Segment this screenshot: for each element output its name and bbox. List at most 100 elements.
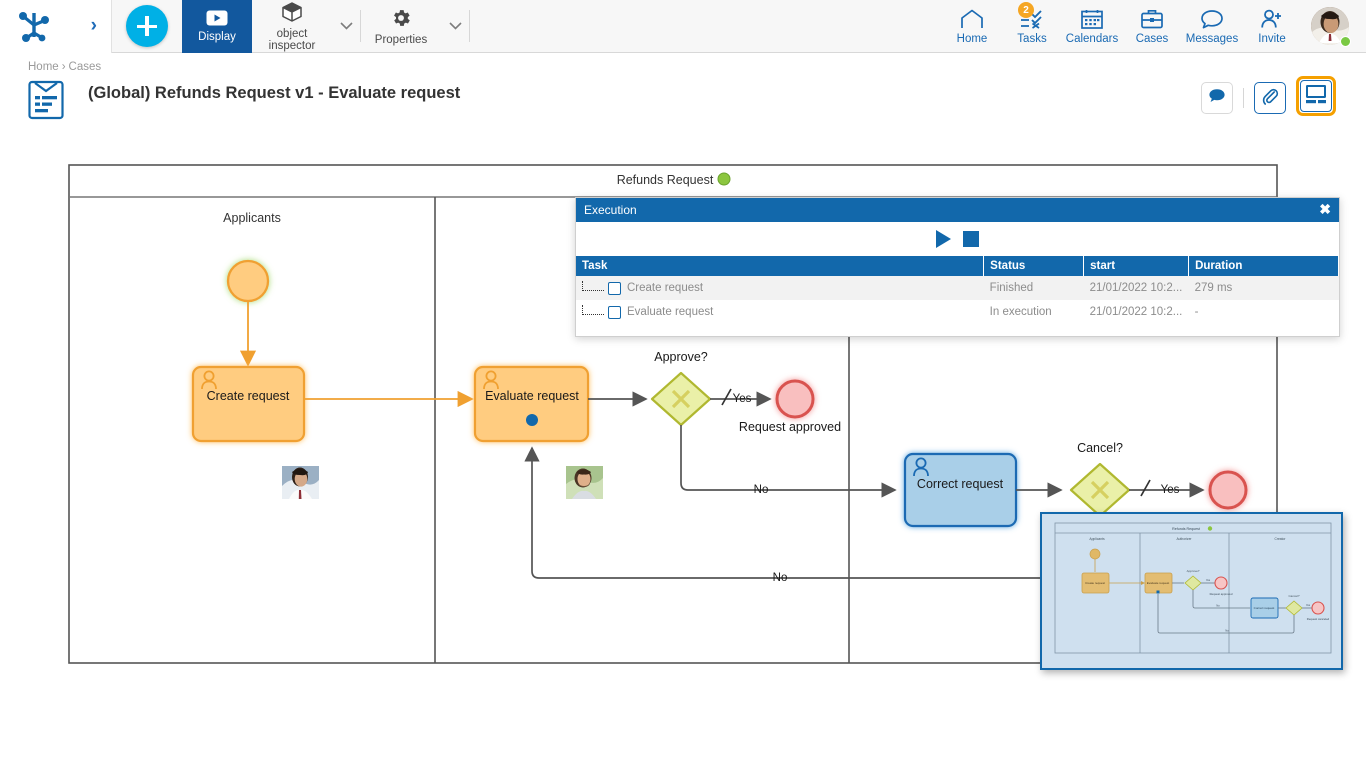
minimap-diagram: Refunds Request Applicants Authorizer Cr… xyxy=(1042,514,1341,668)
user-avatar-button[interactable] xyxy=(1302,0,1358,52)
tab-properties[interactable]: Properties xyxy=(361,0,441,53)
sidebar-expand-button[interactable]: › xyxy=(91,15,97,37)
nav-tasks-label: Tasks xyxy=(1017,33,1046,45)
page-header: (Global) Refunds Request v1 - Evaluate r… xyxy=(0,76,1366,120)
task-create-request-assignee-avatar xyxy=(282,466,319,499)
tree-branch-icon xyxy=(582,305,604,315)
chat-icon xyxy=(1200,9,1224,32)
breadcrumb-home[interactable]: Home xyxy=(28,61,59,73)
task-evaluate-request-assignee-avatar xyxy=(566,466,603,499)
start-event[interactable] xyxy=(228,261,268,301)
top-toolbar: › Display object inspector xyxy=(0,0,1366,53)
nav-tasks[interactable]: 2 Tasks xyxy=(1002,0,1062,53)
execution-view-button[interactable] xyxy=(1296,76,1336,116)
add-zone xyxy=(112,0,182,52)
execution-table-header-row: Task Status start Duration xyxy=(576,256,1339,276)
stop-button[interactable] xyxy=(963,231,979,247)
column-header-status[interactable]: Status xyxy=(984,256,1084,276)
breadcrumb-cases[interactable]: Cases xyxy=(69,61,102,73)
gateway-cancel-label: Cancel? xyxy=(1077,441,1123,455)
nav-cases[interactable]: Cases xyxy=(1122,0,1182,53)
comments-button[interactable] xyxy=(1201,82,1233,114)
table-row[interactable]: Create request Finished 21/01/2022 10:2.… xyxy=(576,276,1339,300)
column-header-start[interactable]: start xyxy=(1084,256,1189,276)
monitor-icon xyxy=(1304,83,1328,110)
cell-duration: 279 ms xyxy=(1189,276,1339,300)
svg-text:Approve?: Approve? xyxy=(1187,569,1200,573)
nav-invite[interactable]: Invite xyxy=(1242,0,1302,53)
end-event-request-approved-label: Request approved xyxy=(739,420,841,434)
add-new-button[interactable] xyxy=(126,5,168,47)
home-icon xyxy=(959,9,985,32)
cell-task: Create request xyxy=(576,276,984,300)
svg-text:No: No xyxy=(1225,629,1229,633)
execution-token-indicator xyxy=(526,414,538,426)
diagram-minimap[interactable]: Refunds Request Applicants Authorizer Cr… xyxy=(1040,512,1343,670)
row-checkbox[interactable] xyxy=(608,282,621,295)
execution-view-inner xyxy=(1300,80,1332,112)
pool-label: Refunds Request xyxy=(617,173,714,187)
logo-zone: › xyxy=(0,0,112,53)
properties-chevron-down-icon[interactable] xyxy=(441,0,469,52)
cell-duration: - xyxy=(1189,300,1339,324)
process-document-icon xyxy=(28,80,68,125)
tasks-badge: 2 xyxy=(1018,2,1034,18)
lane-label-applicants: Applicants xyxy=(223,211,281,225)
end-event-request-approved[interactable] xyxy=(777,381,813,417)
briefcase-icon xyxy=(1140,9,1164,32)
nav-calendars[interactable]: Calendars xyxy=(1062,0,1122,53)
svg-text:Authorizer: Authorizer xyxy=(1176,537,1192,541)
play-button[interactable] xyxy=(936,230,951,248)
nav-home-label: Home xyxy=(957,33,988,45)
gear-icon xyxy=(390,7,412,32)
tree-branch-icon xyxy=(582,281,604,291)
svg-text:Request canceled: Request canceled xyxy=(1307,617,1330,621)
execution-panel-header: Execution ✖ xyxy=(576,198,1339,222)
svg-text:Evaluate request: Evaluate request xyxy=(1147,581,1170,585)
breadcrumb: Home›Cases xyxy=(28,61,101,73)
header-action-divider xyxy=(1243,88,1244,108)
toolbar-spacer xyxy=(470,0,942,52)
task-create-request[interactable] xyxy=(193,367,304,441)
page-header-actions xyxy=(1191,80,1336,116)
pool-status-indicator xyxy=(718,173,730,185)
tab-properties-label: Properties xyxy=(375,34,427,47)
page-title: (Global) Refunds Request v1 - Evaluate r… xyxy=(88,84,460,103)
svg-text:No: No xyxy=(1216,604,1220,608)
cube-icon xyxy=(281,1,303,26)
nav-cases-label: Cases xyxy=(1136,33,1169,45)
online-status-indicator xyxy=(1340,36,1351,47)
execution-panel[interactable]: Execution ✖ Task Status start Duration C… xyxy=(575,197,1340,337)
nav-home[interactable]: Home xyxy=(942,0,1002,53)
nav-calendars-label: Calendars xyxy=(1066,33,1118,45)
end-event-request-cancelled[interactable] xyxy=(1210,472,1246,508)
row-checkbox[interactable] xyxy=(608,306,621,319)
invite-user-icon xyxy=(1260,9,1284,32)
tab-object-inspector[interactable]: object inspector xyxy=(252,0,332,53)
flow-label-yes-cancel: Yes xyxy=(1161,484,1180,496)
toolbar-nav-group: Home 2 Tasks xyxy=(942,0,1366,52)
column-header-task[interactable]: Task xyxy=(576,256,984,276)
minimap-pool-label: Refunds Request xyxy=(1172,527,1200,531)
object-inspector-chevron-down-icon[interactable] xyxy=(332,0,360,52)
cell-start: 21/01/2022 10:2... xyxy=(1084,300,1189,324)
column-header-duration[interactable]: Duration xyxy=(1189,256,1339,276)
display-icon xyxy=(206,10,228,29)
table-row[interactable]: Evaluate request In execution 21/01/2022… xyxy=(576,300,1339,324)
svg-text:Applicants: Applicants xyxy=(1089,537,1105,541)
breadcrumb-separator: › xyxy=(62,61,66,73)
execution-controls xyxy=(576,222,1339,256)
attachments-button[interactable] xyxy=(1254,82,1286,114)
svg-text:Correct request: Correct request xyxy=(1254,606,1275,610)
cell-task-label: Create request xyxy=(627,282,703,294)
task-evaluate-request[interactable] xyxy=(475,367,588,441)
close-icon[interactable]: ✖ xyxy=(1319,201,1331,217)
cell-task: Evaluate request xyxy=(576,300,984,324)
tab-display[interactable]: Display xyxy=(182,0,252,53)
cell-status: In execution xyxy=(984,300,1084,324)
nav-messages[interactable]: Messages xyxy=(1182,0,1242,53)
task-correct-request-label: Correct request xyxy=(917,477,1004,491)
execution-task-table: Task Status start Duration Create reques… xyxy=(576,256,1339,324)
tab-object-inspector-label: object inspector xyxy=(252,28,332,53)
flow-label-no-cancel: No xyxy=(773,572,788,584)
